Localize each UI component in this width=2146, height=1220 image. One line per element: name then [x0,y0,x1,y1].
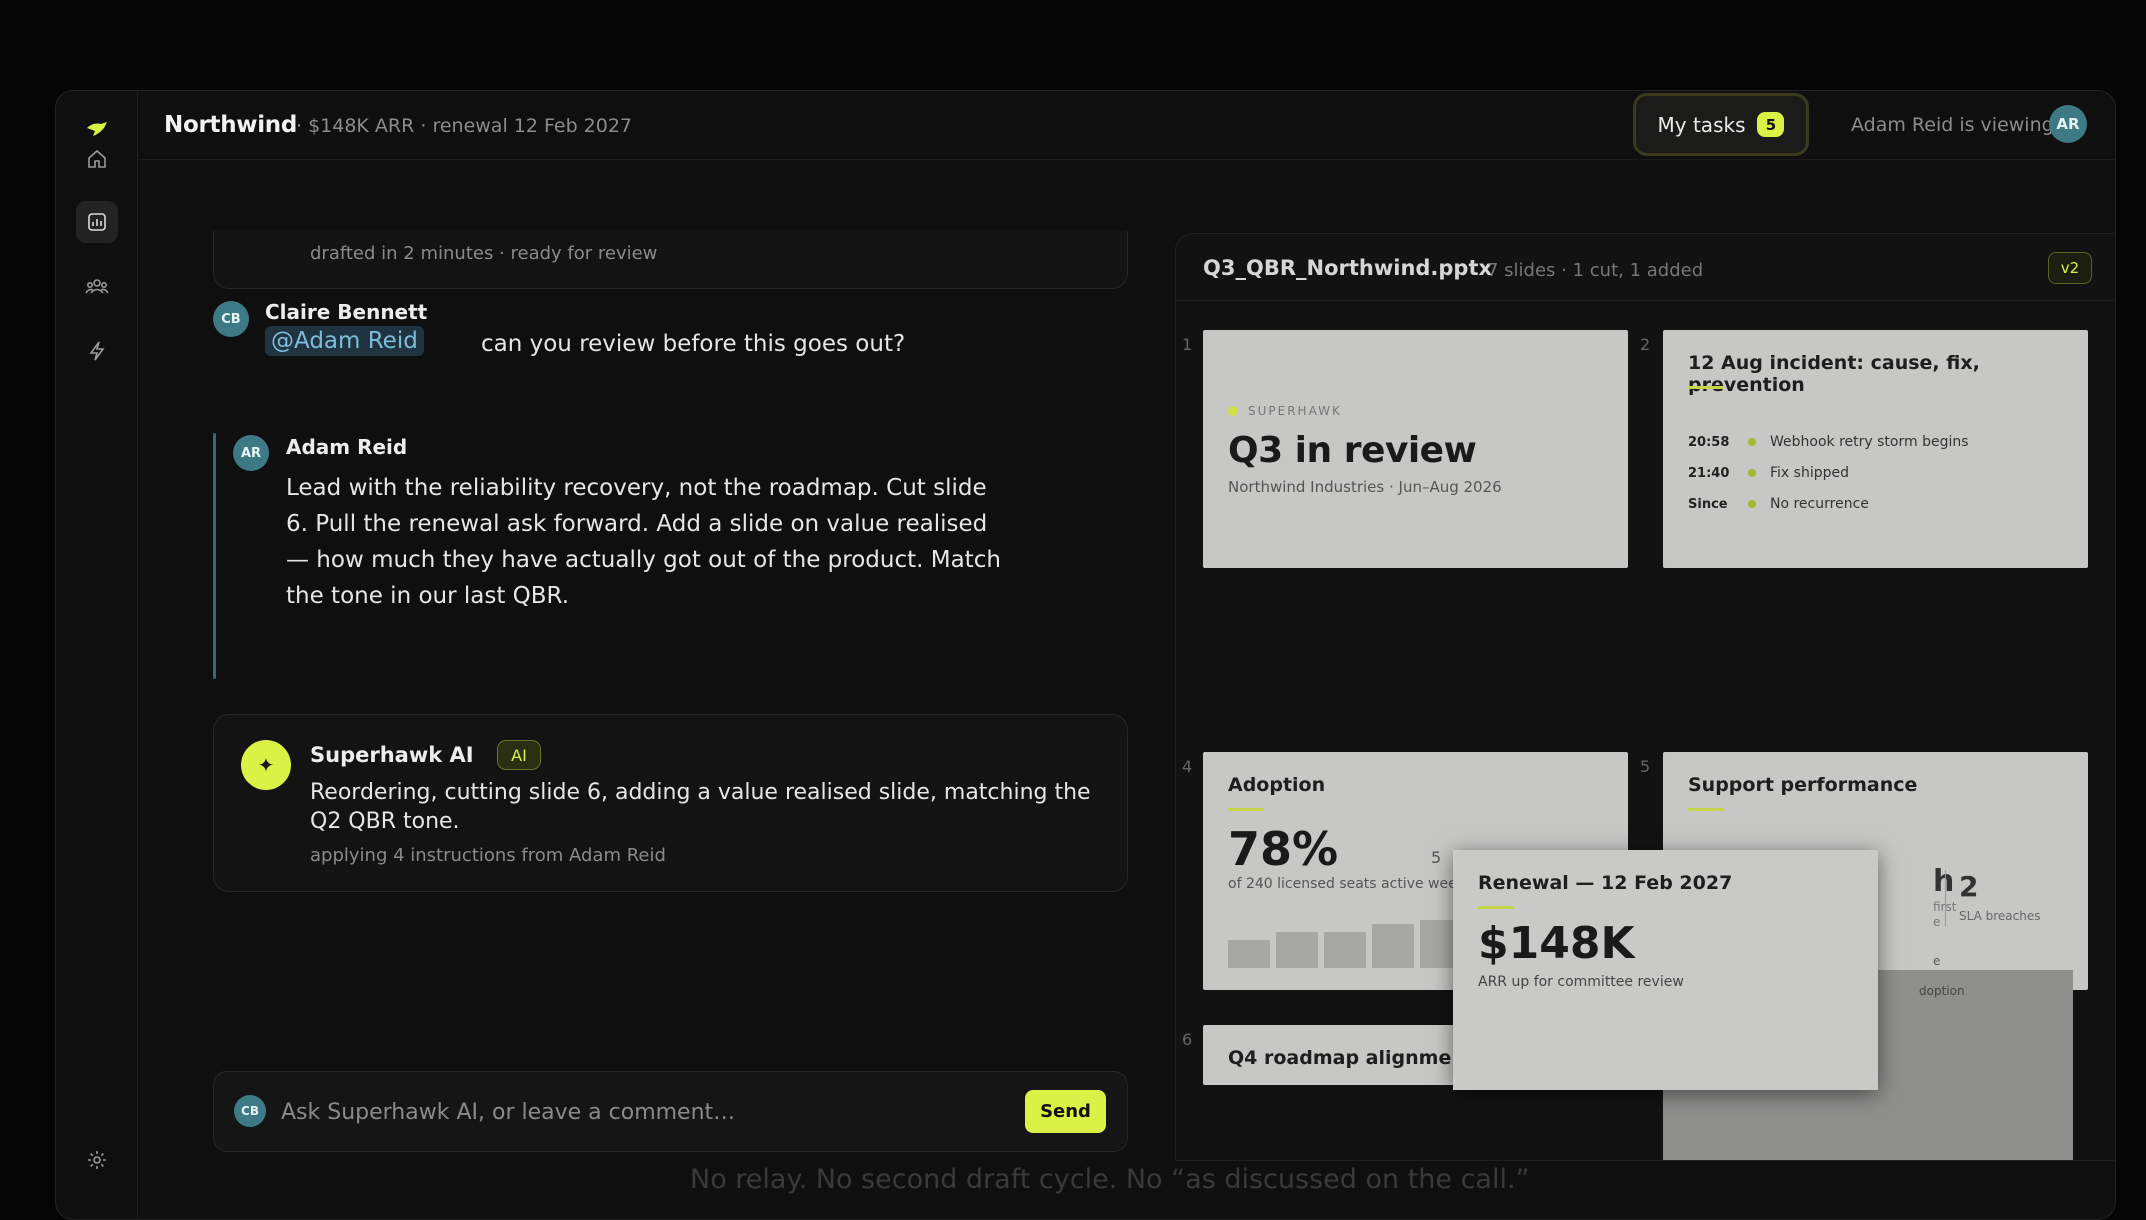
ai-status: applying 4 instructions from Adam Reid [310,845,666,866]
footer-caption: No relay. No second draft cycle. No “as … [690,1164,1530,1195]
avatar: CB [234,1095,266,1127]
deck-filename: Q3_QBR_Northwind.pptx [1203,256,1493,280]
slide-eyebrow: SUPERHAWK [1228,404,1342,418]
partial-metric-label: e [1933,954,1941,968]
draft-status: drafted in 2 minutes · ready for review [310,243,658,264]
slide-thumbnail[interactable]: SUPERHAWK Q3 in review Northwind Industr… [1203,330,1628,568]
sparkle-icon: ✦ [241,740,291,790]
tasks-count-badge: 5 [1757,112,1785,137]
message-author: Adam Reid [286,435,408,459]
partial-metric: h [1933,864,1955,899]
message-text: can you review before this goes out? [481,331,906,357]
slide-number: 5 [1431,848,1442,867]
viewer-presence: Adam Reid is viewing [1851,114,2054,136]
viewer-avatar[interactable]: AR [2049,105,2087,143]
renewal-value: $148K [1478,918,1635,969]
slide-number: 2 [1640,335,1651,354]
slide-number: 4 [1182,757,1193,776]
slide-thumbnail[interactable]: 12 Aug incident: cause, fix, prevention … [1663,330,2088,568]
bolt-icon[interactable] [76,330,118,372]
slide-title: Q3 in review [1228,430,1477,471]
send-button[interactable]: Send [1025,1090,1106,1133]
chart-icon[interactable] [76,201,118,243]
slide-accent-rule [1688,386,1724,389]
gear-icon[interactable] [76,1139,118,1181]
slide-accent-rule [1688,808,1724,811]
avatar[interactable]: AR [233,435,269,471]
slide-title: 12 Aug incident: cause, fix, prevention [1688,352,1980,396]
ai-badge: AI [497,740,541,770]
ai-author: Superhawk AI [310,743,474,767]
slide-accent-rule [1228,808,1264,811]
version-badge[interactable]: v2 [2048,252,2092,284]
timeline-time: 21:40 [1688,465,1730,481]
metric-divider [1945,870,1946,926]
slide-number: 6 [1182,1030,1193,1049]
adoption-bar [1276,932,1318,968]
message-author: Claire Bennett [265,300,428,324]
dot-icon [1748,438,1756,446]
deck-header: Q3_QBR_Northwind.pptx 7 slides · 1 cut, … [1176,234,2115,301]
dragged-slide[interactable]: Renewal — 12 Feb 2027 $148K ARR up for c… [1453,850,1878,1090]
slide-subtitle: Northwind Industries · Jun–Aug 2026 [1228,478,1502,496]
users-icon[interactable] [76,265,118,307]
composer: CB Send [213,1071,1128,1152]
slide-number: 5 [1640,757,1651,776]
timeline-time: Since [1688,496,1728,512]
my-tasks-button[interactable]: My tasks 5 [1633,93,1809,156]
adoption-bar [1324,932,1366,968]
chat-thread: drafted in 2 minutes · ready for review … [213,91,1128,1219]
ai-response-card: ✦ Superhawk AI AI Reordering, cutting sl… [213,714,1128,892]
timeline-row: 20:58 Webhook retry storm begins [1688,434,1969,450]
my-tasks-label: My tasks [1657,112,1746,137]
slide-accent-rule [1478,906,1514,909]
dot-icon [1748,469,1756,477]
partial-metric-label: doption [1919,984,1965,998]
timeline-row: 21:40 Fix shipped [1688,465,1849,481]
slide-title: Support performance [1688,774,1918,796]
dot-icon [1228,406,1238,416]
draft-card[interactable]: drafted in 2 minutes · ready for review [213,231,1128,289]
sidebar-rail [56,91,138,1219]
comment-input[interactable] [281,1092,981,1132]
sla-breaches-label: SLA breaches [1959,909,2041,923]
timeline-text: Fix shipped [1770,465,1849,481]
slide-title: Renewal — 12 Feb 2027 [1478,872,1733,894]
slide-title: Adoption [1228,774,1326,796]
mention-chip[interactable]: @Adam Reid [265,326,424,356]
adoption-bar [1228,940,1270,968]
thread-indicator [213,433,216,679]
dot-icon [1748,500,1756,508]
sla-breaches-value: 2 [1959,870,1979,903]
slide-number: 1 [1182,335,1193,354]
ai-message-text: Reordering, cutting slide 6, adding a va… [310,780,1091,834]
adoption-value: 78% [1228,822,1339,876]
eyebrow-text: SUPERHAWK [1248,404,1342,418]
home-icon[interactable] [76,138,118,180]
partial-metric-label: e [1933,915,1941,929]
timeline-text: Webhook retry storm begins [1770,434,1969,450]
app-window: Northwind · $148K ARR · renewal 12 Feb 2… [55,90,2116,1220]
deck-meta: 7 slides · 1 cut, 1 added [1487,260,1704,281]
timeline-time: 20:58 [1688,434,1730,450]
slide-title: Q4 roadmap alignment [1228,1047,1474,1069]
adoption-subtitle: of 240 licensed seats active wee [1228,876,1457,892]
timeline-text: No recurrence [1770,496,1869,512]
avatar[interactable]: CB [213,301,249,337]
timeline-row: Since No recurrence [1688,496,1869,512]
renewal-subtitle: ARR up for committee review [1478,974,1684,990]
adoption-bar [1372,924,1414,968]
message-text: Lead with the reliability recovery, not … [286,475,1001,609]
